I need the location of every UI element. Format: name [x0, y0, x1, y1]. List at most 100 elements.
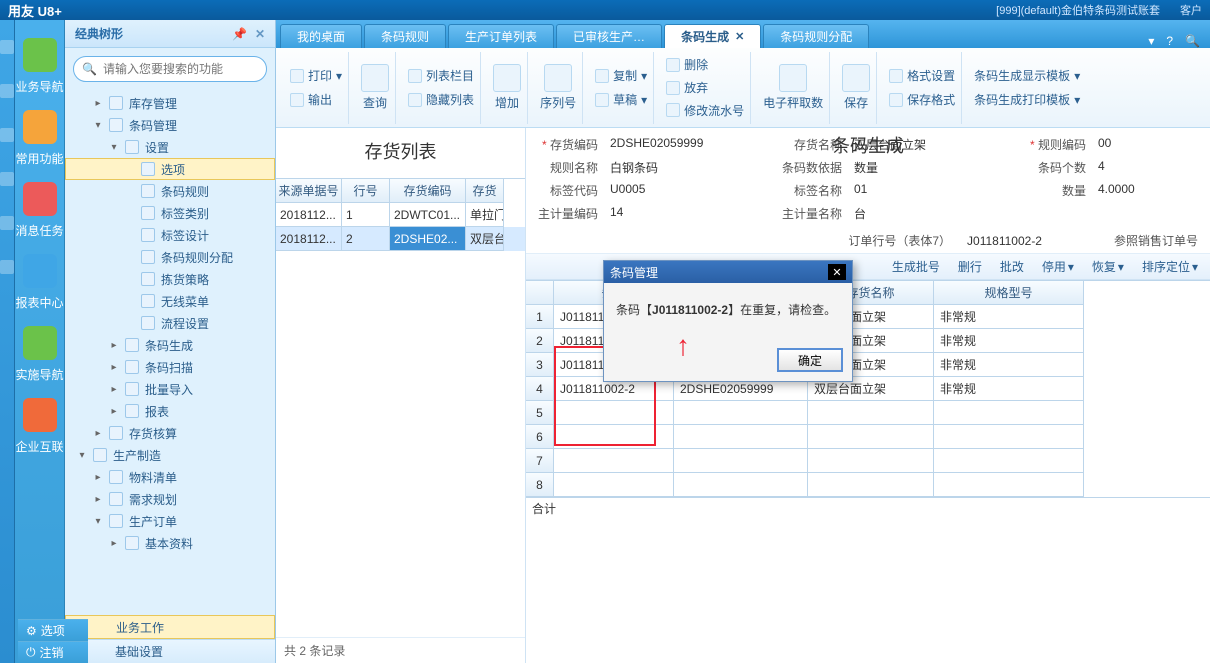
tree-twisty[interactable]: [109, 142, 119, 153]
options-button[interactable]: ⚙ 选项: [18, 619, 88, 641]
tab[interactable]: 已审核生产…: [556, 24, 662, 48]
tree-twisty[interactable]: [93, 120, 103, 131]
tab[interactable]: 条码生成✕: [664, 24, 761, 48]
sidebar-item[interactable]: 企业互联: [15, 390, 64, 462]
sidebar-item[interactable]: 实施导航: [15, 318, 64, 390]
search-input[interactable]: [103, 62, 258, 76]
table-row[interactable]: 6: [526, 425, 1210, 449]
tree-node[interactable]: 条码规则: [65, 180, 275, 202]
sidebar-item[interactable]: 常用功能: [15, 102, 64, 174]
eprint-button[interactable]: 电子秤取数: [763, 64, 823, 111]
tree-node[interactable]: 需求规划: [65, 488, 275, 510]
sidebar-item[interactable]: 报表中心: [15, 246, 64, 318]
tree-node[interactable]: 库存管理: [65, 92, 275, 114]
tree-node[interactable]: 基本资料: [65, 532, 275, 554]
sidebar-item[interactable]: 消息任务: [15, 174, 64, 246]
tree-twisty[interactable]: [93, 516, 103, 527]
tab[interactable]: 条码规则分配: [763, 24, 869, 48]
tree-twisty[interactable]: [77, 450, 87, 461]
savefmt-button[interactable]: 保存格式: [889, 90, 955, 110]
delete-button[interactable]: 删除: [666, 56, 708, 75]
tree-node[interactable]: 设置: [65, 136, 275, 158]
tree-twisty[interactable]: [109, 362, 119, 373]
export-button[interactable]: 输出: [290, 90, 332, 110]
col-header[interactable]: 行号: [342, 179, 390, 203]
titlebar-right[interactable]: 客户: [1180, 2, 1202, 18]
tab-menu-icon[interactable]: ▾: [1148, 34, 1154, 48]
tree-node[interactable]: 存货核算: [65, 422, 275, 444]
tree-twisty[interactable]: [109, 406, 119, 417]
tree-node[interactable]: 物料清单: [65, 466, 275, 488]
sidebar-item[interactable]: 业务导航: [15, 30, 64, 102]
table-row[interactable]: 2018112...12DWTC01...单拉门: [276, 203, 525, 227]
tree-node[interactable]: 标签类别: [65, 202, 275, 224]
close-icon[interactable]: ✕: [828, 264, 846, 280]
print-button[interactable]: 打印 ▾: [290, 66, 342, 86]
tree-node[interactable]: 条码规则分配: [65, 246, 275, 268]
help-icon[interactable]: ?: [1166, 34, 1173, 48]
table-row[interactable]: 5: [526, 401, 1210, 425]
query-button[interactable]: 查询: [361, 64, 389, 111]
tree-twisty[interactable]: [93, 428, 103, 439]
mini-icon[interactable]: [0, 40, 14, 54]
hidecols-button[interactable]: 隐藏列表: [408, 90, 474, 110]
ok-button[interactable]: 确定: [778, 349, 842, 371]
disable-button[interactable]: 停用 ▾: [1042, 258, 1074, 275]
editflow-button[interactable]: 修改流水号: [666, 101, 744, 120]
tree-node[interactable]: 无线菜单: [65, 290, 275, 312]
disptpl-button[interactable]: 条码生成显示模板 ▾: [974, 66, 1080, 86]
mini-icon[interactable]: [0, 172, 14, 186]
tree-twisty[interactable]: [93, 494, 103, 505]
tree-node[interactable]: 条码扫描: [65, 356, 275, 378]
tree-node[interactable]: 报表: [65, 400, 275, 422]
tab[interactable]: 生产订单列表: [448, 24, 554, 48]
tree-twisty[interactable]: [109, 340, 119, 351]
format-button[interactable]: 格式设置: [889, 66, 955, 86]
tree-twisty[interactable]: [109, 538, 119, 549]
tree-twisty[interactable]: [93, 98, 103, 109]
tree-node[interactable]: 条码生成: [65, 334, 275, 356]
table-row[interactable]: 7: [526, 449, 1210, 473]
save-button[interactable]: 保存: [842, 64, 870, 111]
abandon-button[interactable]: 放弃: [666, 78, 708, 97]
mini-icon[interactable]: [0, 216, 14, 230]
tree-node[interactable]: 批量导入: [65, 378, 275, 400]
cols-button[interactable]: 列表栏目: [408, 66, 474, 86]
pin-icon[interactable]: 📌: [232, 27, 247, 41]
tree-node[interactable]: 标签设计: [65, 224, 275, 246]
add-button[interactable]: 增加: [493, 64, 521, 111]
close-icon[interactable]: ✕: [735, 30, 744, 43]
col-header[interactable]: 来源单据号: [276, 179, 342, 203]
serial-button[interactable]: 序列号: [540, 64, 576, 111]
tree-node[interactable]: 条码管理: [65, 114, 275, 136]
col-header[interactable]: 规格型号: [934, 281, 1084, 305]
tab[interactable]: 条码规则: [364, 24, 446, 48]
search-icon[interactable]: 🔍: [1185, 34, 1200, 48]
col-header[interactable]: 存货: [466, 179, 504, 203]
table-row[interactable]: 8: [526, 473, 1210, 497]
locate-button[interactable]: 排序定位 ▾: [1142, 258, 1198, 275]
footer-base[interactable]: 基础设置: [65, 639, 275, 663]
draft-button[interactable]: 草稿 ▾: [595, 90, 647, 110]
tree-node[interactable]: 生产订单: [65, 510, 275, 532]
batch-button[interactable]: 批改: [1000, 258, 1024, 275]
col-header[interactable]: 存货编码: [390, 179, 466, 203]
restore-button[interactable]: 恢复 ▾: [1092, 258, 1124, 275]
tree-node[interactable]: 流程设置: [65, 312, 275, 334]
printtpl-button[interactable]: 条码生成打印模板 ▾: [974, 90, 1080, 110]
close-icon[interactable]: ✕: [255, 27, 265, 41]
footer-biz[interactable]: 业务工作: [65, 615, 275, 639]
mini-icon[interactable]: [0, 260, 14, 274]
logout-button[interactable]: ⏻ 注销: [18, 641, 88, 663]
mini-icon[interactable]: [0, 84, 14, 98]
tree-twisty[interactable]: [109, 384, 119, 395]
delrow-button[interactable]: 删行: [958, 258, 982, 275]
mini-icon[interactable]: [0, 128, 14, 142]
tree-twisty[interactable]: [93, 472, 103, 483]
genbatch-button[interactable]: 生成批号: [892, 258, 940, 275]
tree-node[interactable]: 生产制造: [65, 444, 275, 466]
table-row[interactable]: 2018112...22DSHE02...双层台: [276, 227, 525, 251]
tree-node[interactable]: 选项: [65, 158, 275, 180]
tree-node[interactable]: 拣货策略: [65, 268, 275, 290]
tab[interactable]: 我的桌面: [280, 24, 362, 48]
